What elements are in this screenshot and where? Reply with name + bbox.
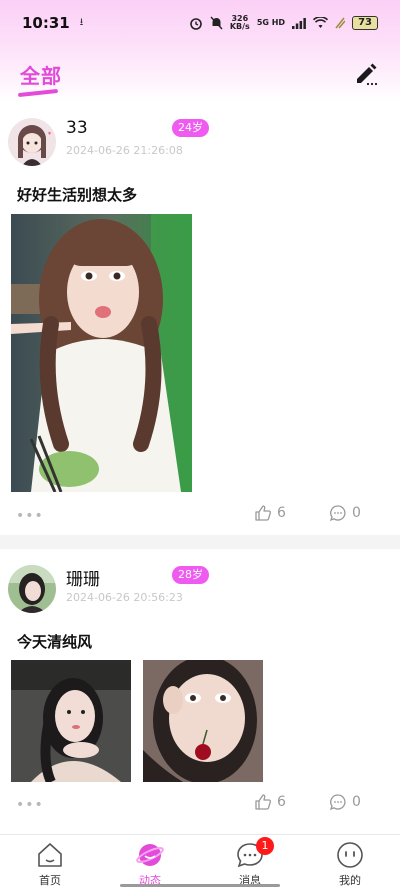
smiley-icon bbox=[337, 842, 363, 868]
comment-button[interactable]: 0 bbox=[329, 793, 361, 811]
battery-indicator: 73 bbox=[352, 16, 378, 30]
download-icon: ⭳ bbox=[79, 16, 84, 28]
mute-bell-icon bbox=[210, 16, 223, 30]
tab-profile-label: 我的 bbox=[339, 874, 361, 887]
post-photo[interactable] bbox=[11, 660, 131, 782]
net-speed: 326 KB/s bbox=[229, 14, 250, 31]
status-bar: 10:31 ⭳ 326 KB/s 5G HD 73 bbox=[0, 0, 400, 46]
edit-post-button[interactable] bbox=[352, 60, 380, 88]
post-photo[interactable] bbox=[143, 660, 263, 782]
tab-messages[interactable]: 1 消息 bbox=[200, 835, 300, 889]
avatar[interactable] bbox=[8, 565, 56, 613]
tab-moments[interactable]: 动态 bbox=[100, 835, 200, 889]
wifi-icon bbox=[313, 17, 329, 28]
tab-home[interactable]: 首页 bbox=[0, 835, 100, 889]
house-icon bbox=[38, 843, 62, 867]
status-time: 10:31 bbox=[22, 14, 70, 32]
pencil-icon bbox=[357, 63, 378, 86]
comment-icon bbox=[329, 794, 346, 811]
tab-home-label: 首页 bbox=[39, 874, 61, 887]
post-timestamp: 2024-06-26 21:26:08 bbox=[66, 144, 183, 157]
comment-button[interactable]: 0 bbox=[329, 504, 361, 522]
signal-label: 5G HD bbox=[256, 18, 286, 27]
comment-count: 0 bbox=[352, 505, 361, 521]
status-icons: 326 KB/s 5G HD 73 bbox=[189, 15, 378, 31]
more-options-button[interactable]: ••• bbox=[16, 508, 44, 524]
username[interactable]: 33 bbox=[66, 118, 88, 138]
more-options-button[interactable]: ••• bbox=[16, 797, 44, 813]
alarm-icon bbox=[190, 18, 202, 30]
unread-badge: 1 bbox=[256, 837, 274, 855]
like-button[interactable]: 6 bbox=[254, 504, 286, 522]
tab-profile[interactable]: 我的 bbox=[300, 835, 400, 889]
post-timestamp: 2024-06-26 20:56:23 bbox=[66, 591, 183, 604]
avatar[interactable] bbox=[8, 118, 56, 166]
feed-post[interactable]: 33 24岁 2024-06-26 21:26:08 好好生活别想太多 ••• … bbox=[0, 102, 400, 535]
post-text: 好好生活别想太多 bbox=[17, 186, 138, 204]
comment-icon bbox=[329, 505, 346, 522]
no-sim-icon bbox=[335, 17, 346, 29]
feed-list[interactable]: 33 24岁 2024-06-26 21:26:08 好好生活别想太多 ••• … bbox=[0, 102, 400, 834]
signal-icon bbox=[292, 17, 306, 29]
post-photo[interactable] bbox=[11, 214, 192, 492]
bottom-tab-bar: 首页 动态 1 消息 我的 bbox=[0, 834, 400, 889]
like-count: 6 bbox=[277, 794, 286, 810]
age-badge: 28岁 bbox=[172, 566, 209, 584]
page-title[interactable]: 全部 bbox=[20, 60, 62, 89]
page-header: 全部 bbox=[0, 46, 400, 102]
feed-post[interactable]: 珊珊 28岁 2024-06-26 20:56:23 今天清纯风 ••• 6 0 bbox=[0, 549, 400, 834]
planet-icon bbox=[136, 844, 164, 866]
age-badge: 24岁 bbox=[172, 119, 209, 137]
thumbs-up-icon bbox=[255, 505, 272, 521]
home-indicator bbox=[120, 884, 280, 887]
like-count: 6 bbox=[277, 505, 286, 521]
post-text: 今天清纯风 bbox=[17, 633, 93, 651]
thumbs-up-icon bbox=[255, 794, 272, 810]
username[interactable]: 珊珊 bbox=[66, 565, 100, 590]
like-button[interactable]: 6 bbox=[254, 793, 286, 811]
comment-count: 0 bbox=[352, 794, 361, 810]
